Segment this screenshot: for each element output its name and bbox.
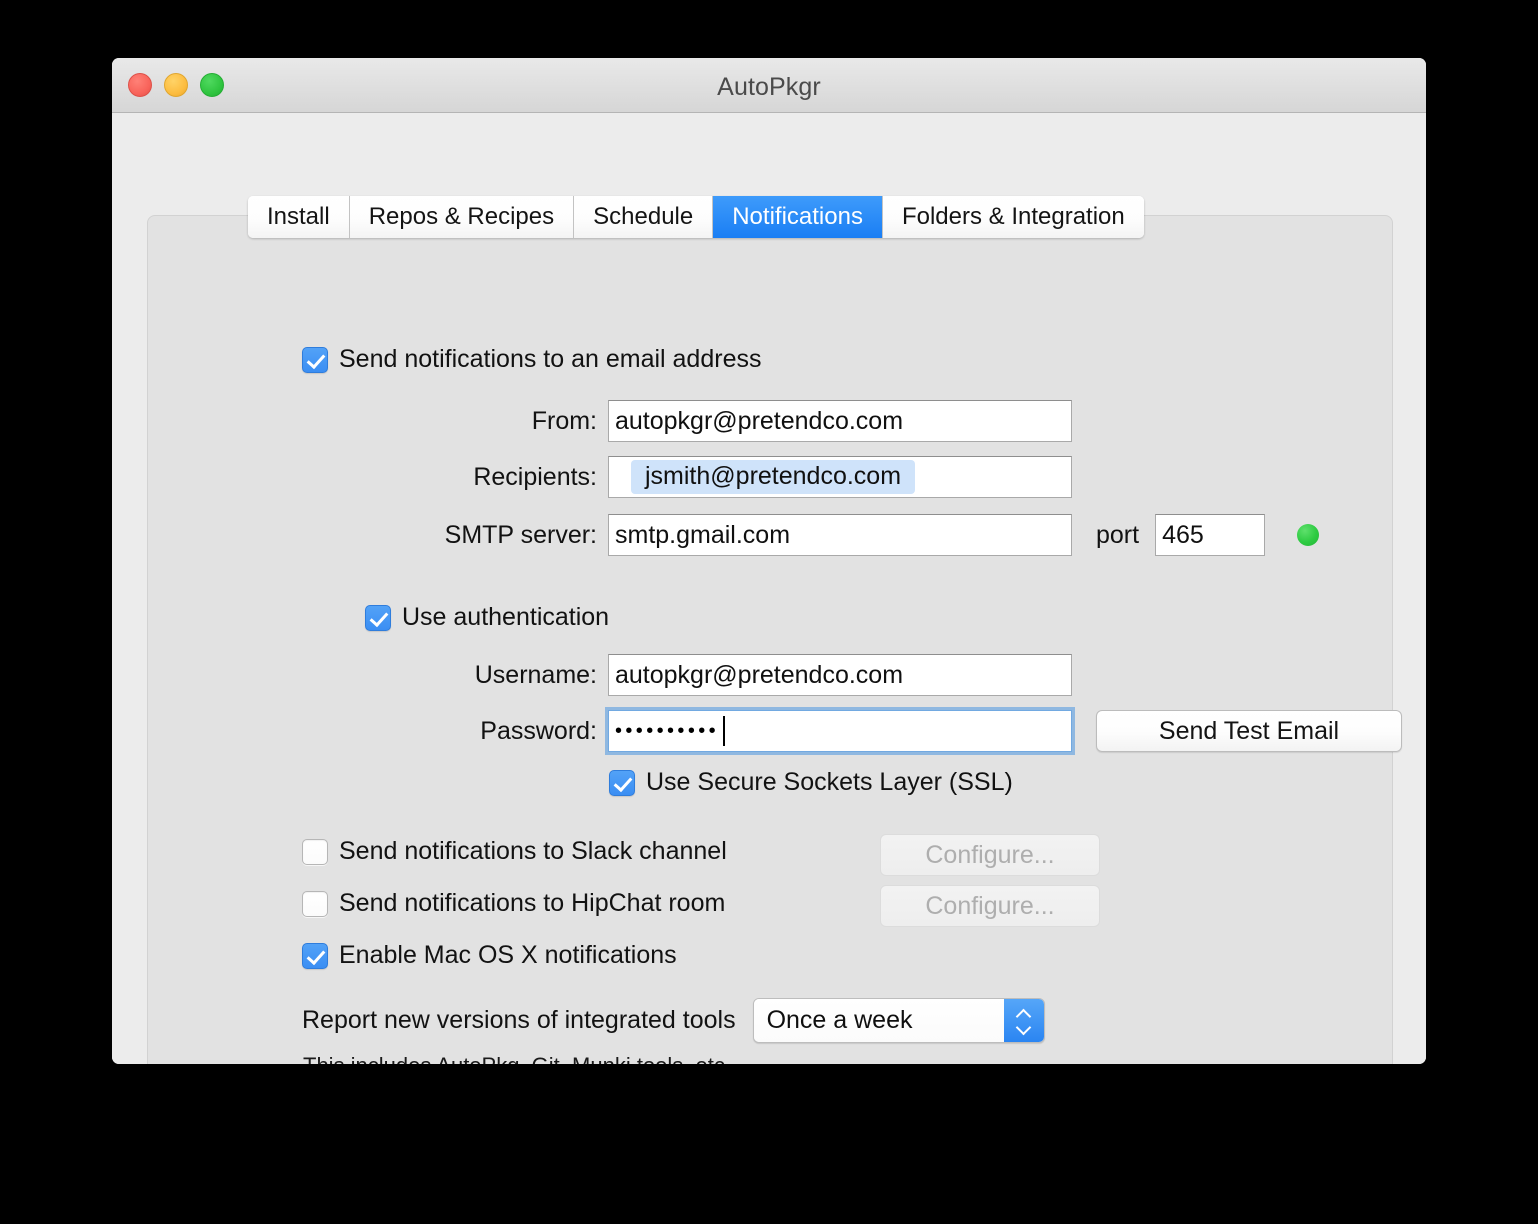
chevron-down-icon <box>1017 1024 1031 1032</box>
tab-install[interactable]: Install <box>248 196 350 238</box>
slack-row[interactable]: Send notifications to Slack channel <box>302 837 727 866</box>
email-enable-row[interactable]: Send notifications to an email address <box>302 345 761 374</box>
send-email-label: Send notifications to an email address <box>339 345 762 373</box>
smtp-row: SMTP server: smtp.gmail.com port 465 <box>412 514 1320 556</box>
window-titlebar: AutoPkgr <box>112 58 1426 113</box>
macos-notifications-label: Enable Mac OS X notifications <box>339 941 677 969</box>
use-ssl-label: Use Secure Sockets Layer (SSL) <box>646 768 1013 796</box>
hipchat-row[interactable]: Send notifications to HipChat room <box>302 889 725 918</box>
recipients-row: Recipients: jsmith@pretendco.com <box>412 456 1072 498</box>
use-authentication-checkbox[interactable] <box>365 604 391 631</box>
smtp-status-indicator <box>1297 524 1320 546</box>
smtp-server-label: SMTP server: <box>444 520 597 549</box>
window-title: AutoPkgr <box>717 73 821 101</box>
recipient-token[interactable]: jsmith@pretendco.com <box>631 459 916 495</box>
from-row: From: autopkgr@pretendco.com <box>412 400 1072 442</box>
tab-repos-recipes[interactable]: Repos & Recipes <box>349 196 575 238</box>
tab-bar: Install Repos & Recipes Schedule Notific… <box>248 196 1144 238</box>
password-input[interactable]: •••••••••• <box>605 707 1075 755</box>
send-test-email-button[interactable]: Send Test Email <box>1096 710 1402 752</box>
text-caret <box>723 716 726 746</box>
password-masked-value: •••••••••• <box>615 720 720 742</box>
ssl-row[interactable]: Use Secure Sockets Layer (SSL) <box>609 768 1013 797</box>
from-label: From: <box>531 406 597 435</box>
send-email-checkbox[interactable] <box>302 346 328 373</box>
macos-notifications-row[interactable]: Enable Mac OS X notifications <box>302 941 677 970</box>
port-label: port <box>1096 520 1140 549</box>
smtp-server-input[interactable]: smtp.gmail.com <box>608 514 1072 556</box>
report-frequency-value: Once a week <box>753 999 1004 1042</box>
report-frequency-select[interactable]: Once a week <box>752 998 1045 1043</box>
from-input[interactable]: autopkgr@pretendco.com <box>608 400 1072 442</box>
recipients-label: Recipients: <box>473 462 597 491</box>
tab-schedule[interactable]: Schedule <box>574 196 714 238</box>
slack-configure-button[interactable]: Configure... <box>880 834 1100 876</box>
slack-notifications-checkbox[interactable] <box>302 838 328 865</box>
slack-notifications-label: Send notifications to Slack channel <box>339 837 727 865</box>
use-authentication-label: Use authentication <box>402 603 610 631</box>
use-auth-row[interactable]: Use authentication <box>365 603 609 632</box>
tab-notifications[interactable]: Notifications <box>713 196 883 238</box>
username-label: Username: <box>474 660 597 689</box>
report-versions-label: Report new versions of integrated tools <box>302 1006 736 1034</box>
recipients-input[interactable]: jsmith@pretendco.com <box>608 456 1072 498</box>
use-ssl-checkbox[interactable] <box>609 769 635 796</box>
report-versions-note: This includes AutoPkg, Git, Munki tools,… <box>303 1053 731 1064</box>
report-frequency-stepper[interactable] <box>1003 999 1044 1042</box>
app-window: AutoPkgr Install Repos & Recipes Schedul… <box>112 58 1426 1064</box>
hipchat-configure-button[interactable]: Configure... <box>880 885 1100 927</box>
macos-notifications-checkbox[interactable] <box>302 942 328 969</box>
hipchat-notifications-checkbox[interactable] <box>302 890 328 917</box>
report-versions-row: Report new versions of integrated tools … <box>302 998 1045 1043</box>
chevron-up-icon <box>1017 1010 1031 1018</box>
hipchat-notifications-label: Send notifications to HipChat room <box>339 889 726 917</box>
username-input[interactable]: autopkgr@pretendco.com <box>608 654 1072 696</box>
tab-folders-integration[interactable]: Folders & Integration <box>882 196 1144 238</box>
password-row: Password: •••••••••• Send Test Email <box>412 707 1402 755</box>
username-row: Username: autopkgr@pretendco.com <box>412 654 1072 696</box>
password-label: Password: <box>480 716 597 745</box>
settings-panel <box>147 215 1393 1064</box>
window-body: Install Repos & Recipes Schedule Notific… <box>112 113 1426 1064</box>
port-input[interactable]: 465 <box>1155 514 1266 556</box>
